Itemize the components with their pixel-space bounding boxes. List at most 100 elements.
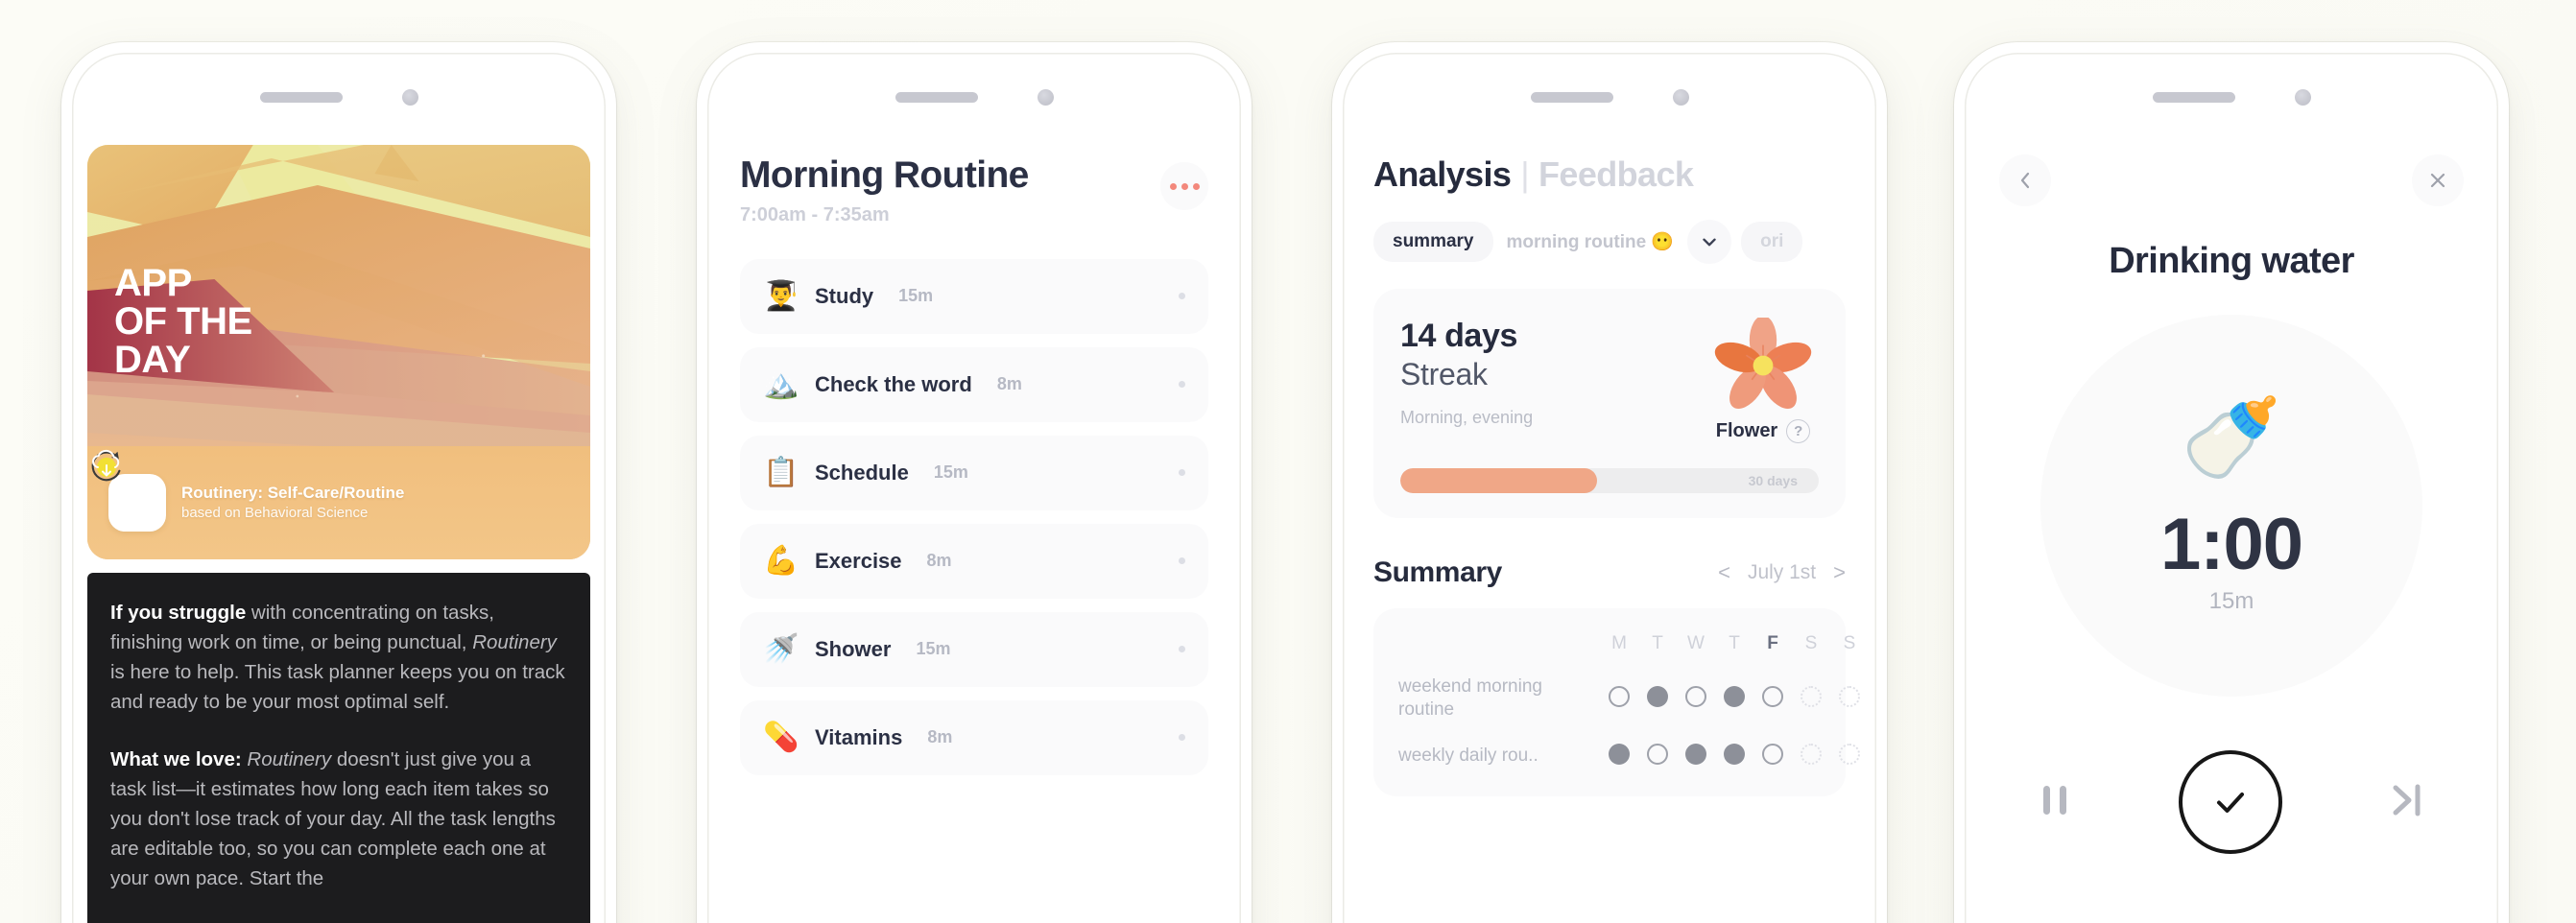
speaker-grill-icon [1530, 92, 1613, 103]
task-status-dot [1179, 557, 1185, 565]
task-row[interactable]: 💪 Exercise 8m [740, 523, 1208, 599]
back-button[interactable] [1999, 154, 2051, 206]
task-row[interactable]: 👨‍🎓 Study 15m [740, 258, 1208, 334]
chip-morning-routine[interactable]: morning routine 😶 [1503, 221, 1679, 263]
front-camera-icon [1672, 89, 1689, 106]
hero-headline-line-3: DAY [114, 339, 191, 381]
skip-next-icon [2393, 784, 2421, 816]
day-mark [1647, 743, 1668, 765]
close-button[interactable] [2412, 154, 2464, 206]
summary-row[interactable]: weekly daily rou.. [1398, 743, 1860, 769]
task-row[interactable]: 🏔️ Check the word 8m [740, 346, 1208, 422]
day-header: M [1611, 633, 1627, 653]
day-header: S [1804, 633, 1818, 653]
cloud-download-icon[interactable] [92, 449, 569, 522]
article-paragraph-1: If you struggle with concentrating on ta… [110, 598, 567, 718]
article-brand-2: Routinery [247, 747, 332, 770]
article-paragraph-2: What we love: Routinery doesn't just giv… [110, 745, 567, 894]
more-options-icon[interactable] [1160, 162, 1208, 210]
day-mark [1762, 743, 1783, 765]
complete-button[interactable] [2179, 750, 2282, 854]
check-icon [2217, 793, 2244, 813]
task-status-dot [1179, 381, 1185, 389]
flower-icon [1714, 318, 1812, 409]
summary-row[interactable]: weekend morning routine [1398, 675, 1860, 722]
front-camera-icon [401, 89, 418, 106]
tab-divider: | [1520, 154, 1530, 194]
timer-header [1999, 154, 2464, 206]
timer-total-duration: 15m [2208, 587, 2254, 614]
tab-feedback[interactable]: Feedback [1538, 154, 1694, 194]
hero-headline-line-1: APP [114, 262, 192, 304]
task-duration: 15m [916, 639, 951, 659]
app-of-the-day-hero-card[interactable]: APP OF THE DAY Routinery: Self-Care/Rout… [87, 145, 590, 559]
day-header-active: F [1767, 633, 1778, 653]
streak-label: Streak [1400, 357, 1488, 391]
chevron-left-icon[interactable]: < [1718, 560, 1730, 585]
phone-1-screen: APP OF THE DAY Routinery: Self-Care/Rout… [72, 122, 606, 923]
task-duration: 8m [927, 727, 953, 747]
day-mark [1801, 685, 1822, 707]
task-name: Schedule [815, 460, 909, 485]
task-row[interactable]: 💊 Vitamins 8m [740, 699, 1208, 775]
question-mark-icon[interactable]: ? [1786, 419, 1811, 443]
day-header: W [1687, 633, 1705, 653]
chevron-right-icon[interactable]: > [1833, 560, 1846, 585]
tab-analysis[interactable]: Analysis [1373, 154, 1512, 194]
task-emoji-icon: 👨‍🎓 [763, 278, 799, 313]
chevron-down-icon[interactable] [1687, 220, 1732, 264]
timer-dial[interactable]: 🍼 1:00 15m [2040, 315, 2422, 697]
task-duration: 15m [933, 462, 968, 483]
task-row[interactable]: 📋 Schedule 15m [740, 435, 1208, 510]
phone-2-morning-routine: Morning Routine 7:00am - 7:35am 👨‍🎓 Stud… [697, 42, 1252, 923]
summary-row-marks [1600, 685, 1869, 712]
routine-timespan: 7:00am - 7:35am [740, 203, 890, 225]
speaker-grill-icon [2152, 92, 2235, 103]
phone-1-bezel: APP OF THE DAY Routinery: Self-Care/Rout… [72, 53, 606, 923]
routine-filter-chips: summary morning routine 😶 ori [1373, 220, 1846, 264]
phone-4-notch [1965, 89, 2498, 106]
streak-card[interactable]: 14 days Streak Morning, evening Flower ?… [1373, 289, 1846, 518]
article-lead-in-1: If you struggle [110, 602, 247, 624]
page-title: Morning Routine [740, 154, 1029, 196]
skip-button[interactable] [2388, 780, 2426, 825]
timer-task-title: Drinking water [2109, 241, 2354, 281]
day-mark [1685, 685, 1706, 707]
task-row[interactable]: 🚿 Shower 15m [740, 611, 1208, 687]
summary-row-label: weekly daily rou.. [1398, 745, 1538, 766]
day-mark [1724, 685, 1745, 707]
chip-clipped[interactable]: ori [1741, 222, 1803, 262]
chevron-left-icon [2020, 172, 2030, 189]
article-text-1b: is here to help. This task planner keeps… [110, 661, 565, 714]
phone-4-bezel: Drinking water 🍼 1:00 15m [1965, 53, 2498, 923]
phone-4-screen: Drinking water 🍼 1:00 15m [1965, 122, 2498, 923]
article-brand-1: Routinery [472, 631, 557, 654]
day-mark [1724, 743, 1745, 765]
phone-mockup-stage: APP OF THE DAY Routinery: Self-Care/Rout… [0, 0, 2576, 923]
task-emoji-icon: 📋 [763, 455, 799, 489]
day-header: T [1652, 633, 1663, 653]
front-camera-icon [2294, 89, 2311, 106]
hero-app-meta: Routinery: Self-Care/Routine based on Be… [181, 483, 515, 523]
pause-button[interactable] [2037, 780, 2073, 825]
day-mark [1685, 743, 1706, 765]
task-name: Check the word [815, 371, 972, 396]
chip-summary[interactable]: summary [1373, 222, 1493, 262]
summary-header: Summary < July 1st > [1373, 556, 1846, 589]
phone-3-bezel: Analysis | Feedback summary morning routin… [1343, 53, 1876, 923]
task-status-dot [1179, 293, 1185, 300]
task-name: Exercise [815, 548, 902, 573]
phone-3-analysis: Analysis | Feedback summary morning routin… [1332, 42, 1887, 923]
pause-icon [2043, 785, 2066, 815]
task-name: Vitamins [815, 724, 903, 749]
task-status-dot [1179, 469, 1185, 477]
task-status-dot [1179, 734, 1185, 742]
phone-2-screen: Morning Routine 7:00am - 7:35am 👨‍🎓 Stud… [707, 122, 1241, 923]
hero-app-subtitle: based on Behavioral Science [181, 504, 369, 521]
phone-3-notch [1343, 89, 1876, 106]
phone-1-app-of-the-day: APP OF THE DAY Routinery: Self-Care/Rout… [61, 42, 616, 923]
front-camera-icon [1037, 89, 1054, 106]
streak-schedule: Morning, evening [1400, 408, 1534, 427]
task-list: 👨‍🎓 Study 15m 🏔️ Check the word 8m [740, 258, 1208, 775]
task-status-dot [1179, 646, 1185, 653]
